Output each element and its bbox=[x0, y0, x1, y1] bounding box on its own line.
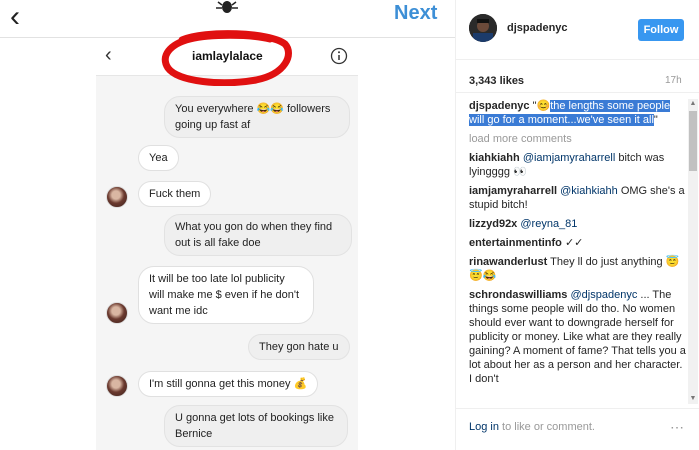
message-bubble-sent: What you gon do when they find out is al… bbox=[164, 214, 352, 256]
message-bubble-sent: They gon hate u bbox=[248, 334, 350, 360]
caption: djspadenyc "😊the lengths some people wil… bbox=[469, 99, 687, 127]
comments-list: djspadenyc "😊the lengths some people wil… bbox=[469, 99, 687, 404]
caption-suffix: " bbox=[653, 114, 658, 126]
outer-top-bar: ‹ Next bbox=[0, 0, 455, 38]
post-header: djspadenyc Follow bbox=[456, 0, 699, 60]
more-options-icon[interactable]: ⋯ bbox=[670, 419, 684, 436]
comment-username[interactable]: lizzyd92x bbox=[469, 218, 517, 230]
dm-header: ‹ iamlaylalace bbox=[96, 38, 358, 76]
login-prompt-text: to like or comment. bbox=[498, 421, 595, 433]
sender-avatar bbox=[106, 375, 128, 397]
comment-username[interactable]: iamjamyraharrell bbox=[469, 185, 557, 197]
comments-scrollbar[interactable]: ▲ ▼ bbox=[688, 99, 698, 404]
comment-username[interactable]: rinawanderlust bbox=[469, 256, 547, 268]
dm-back-icon[interactable]: ‹ bbox=[105, 44, 112, 67]
comment-text: ✓✓ bbox=[564, 237, 584, 249]
message-bubble-sent: U gonna get lots of bookings like Bernic… bbox=[164, 405, 348, 447]
comment-mention[interactable]: @iamjamyraharrell bbox=[523, 152, 615, 164]
comment-mention[interactable]: @kiahkiahh bbox=[560, 185, 618, 197]
comment-item: kiahkiahh @iamjamyraharrell bitch was ly… bbox=[469, 151, 687, 179]
sender-avatar bbox=[106, 302, 128, 324]
info-icon[interactable] bbox=[330, 47, 348, 65]
scroll-thumb[interactable] bbox=[689, 111, 697, 171]
login-prompt: Log in to like or comment. bbox=[469, 421, 595, 433]
comment-item: entertainmentinfo ✓✓ bbox=[469, 236, 687, 250]
dm-username: iamlaylalace bbox=[192, 49, 263, 63]
comment-item: iamjamyraharrell @kiahkiahh OMG she's a … bbox=[469, 184, 687, 212]
follow-button[interactable]: Follow bbox=[638, 19, 684, 41]
scroll-up-arrow-icon[interactable]: ▲ bbox=[688, 99, 698, 109]
post-age: 17h bbox=[665, 75, 682, 86]
comment-item: lizzyd92x @reyna_81 bbox=[469, 217, 687, 231]
load-more-comments-link[interactable]: load more comments bbox=[469, 132, 687, 146]
post-username[interactable]: djspadenyc bbox=[507, 22, 568, 34]
comment-mention[interactable]: @reyna_81 bbox=[520, 218, 577, 230]
comment-username[interactable]: entertainmentinfo bbox=[469, 237, 562, 249]
message-bubble-received: Yea bbox=[138, 145, 179, 171]
message-bubble-received: Fuck them bbox=[138, 181, 212, 207]
post-footer: Log in to like or comment. ⋯ bbox=[456, 408, 699, 450]
bug-icon bbox=[216, 1, 238, 13]
outer-back-icon[interactable]: ‹ bbox=[10, 2, 20, 32]
message-bubble-sent: You everywhere 😂😂 followers going up fas… bbox=[164, 96, 350, 138]
caption-username[interactable]: djspadenyc bbox=[469, 100, 530, 112]
message-bubble-received: I'm still gonna get this money 💰 bbox=[138, 371, 319, 397]
comment-mention[interactable]: @djspadenyc bbox=[571, 289, 638, 301]
message-bubble-received: It will be too late lol publicity will m… bbox=[138, 266, 314, 324]
comment-item: rinawanderlust They ll do just anything … bbox=[469, 255, 687, 283]
next-button[interactable]: Next bbox=[394, 2, 437, 25]
divider bbox=[456, 92, 699, 93]
comment-username[interactable]: schrondaswilliams bbox=[469, 289, 567, 301]
comment-item: schrondaswilliams @djspadenyc ... The th… bbox=[469, 288, 687, 386]
dm-screenshot: ‹ Next ‹ iamlaylalace You everywhere 😂😂 … bbox=[0, 0, 455, 450]
likes-count[interactable]: 3,343 likes bbox=[469, 75, 524, 87]
avatar-image bbox=[469, 14, 497, 42]
comment-text: ... The things some people will do tho. … bbox=[469, 289, 686, 385]
post-panel: djspadenyc Follow 3,343 likes 17h djspad… bbox=[455, 0, 699, 450]
comment-username[interactable]: kiahkiahh bbox=[469, 152, 520, 164]
caption-prefix: "😊 bbox=[529, 100, 551, 112]
avatar[interactable] bbox=[469, 14, 497, 42]
scroll-down-arrow-icon[interactable]: ▼ bbox=[688, 394, 698, 404]
dm-conversation: ‹ iamlaylalace You everywhere 😂😂 followe… bbox=[96, 30, 358, 450]
login-link[interactable]: Log in bbox=[469, 421, 499, 433]
sender-avatar bbox=[106, 186, 128, 208]
